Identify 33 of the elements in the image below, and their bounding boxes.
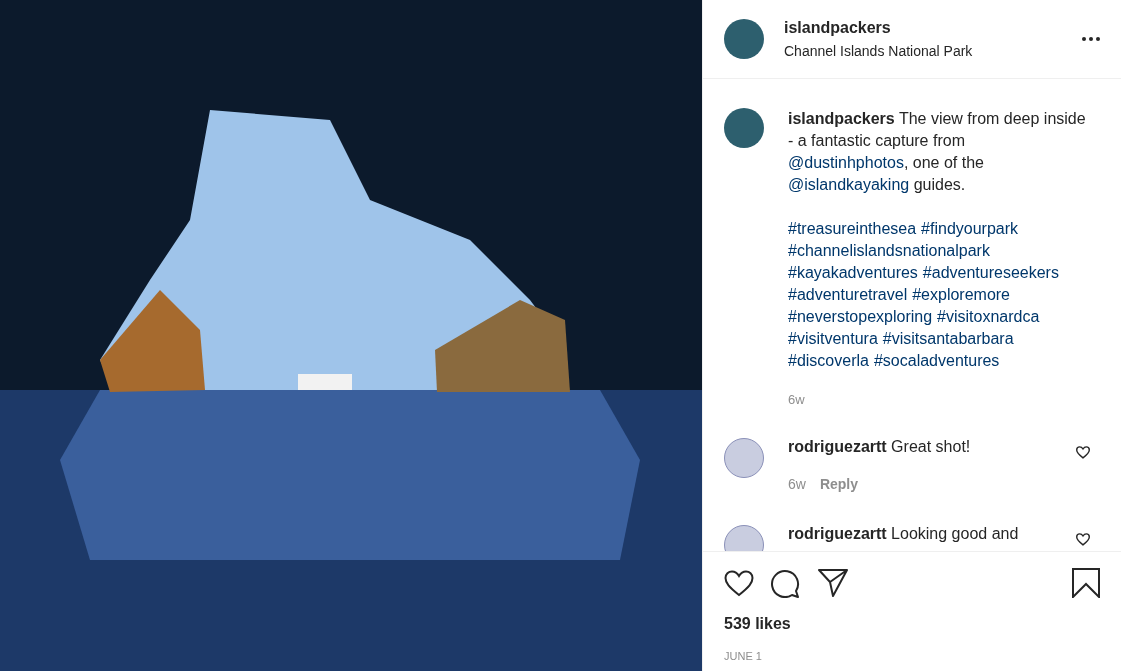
hashtag-link[interactable]: #visitoxnardca [937, 306, 1040, 328]
likes-count[interactable]: 539 likes [724, 612, 1100, 636]
hashtag-link[interactable]: #discoverla [788, 350, 869, 372]
post-date: JUNE 1 [724, 649, 763, 664]
hashtag-link[interactable]: #neverstopexploring [788, 306, 933, 328]
hashtag-link[interactable]: #findyourpark [921, 218, 1019, 240]
hashtag-link[interactable]: #visitsantabarbara [882, 328, 1014, 350]
post-time: 6w [788, 391, 806, 409]
like-heart-icon[interactable] [724, 569, 754, 597]
more-options-icon[interactable] [1082, 37, 1100, 41]
hashtag-link[interactable]: #socaladventures [873, 350, 1000, 372]
hashtag-link[interactable]: #kayakadventures [788, 262, 918, 284]
like-heart-icon[interactable] [1076, 445, 1090, 459]
avatar[interactable] [724, 108, 764, 148]
bookmark-icon[interactable] [1072, 568, 1100, 598]
mention-link[interactable]: @islandkayaking [788, 176, 910, 193]
avatar[interactable] [724, 19, 764, 59]
hashtag-link[interactable]: #adventureseekers [922, 262, 1059, 284]
location-link[interactable]: Channel Islands National Park [784, 42, 1082, 60]
caption-text: islandpackers The view from deep inside - a fantastic capture from @dustinhphotos, one of the @islandkayaking guides. [788, 109, 1087, 195]
mention-link[interactable]: @dustinhphotos [788, 154, 904, 171]
hashtag-link[interactable]: #channelislandsnationalpark [788, 240, 990, 262]
comment-icon[interactable] [770, 568, 800, 598]
hashtag-link[interactable]: #treasureinthesea [788, 218, 917, 240]
username-link[interactable]: islandpackers [784, 18, 1082, 38]
comment-time: 6w [788, 474, 806, 494]
share-paper-plane-icon[interactable] [818, 569, 848, 597]
hashtag-link[interactable]: #exploremore [912, 284, 1010, 306]
comment-text: rodriguezartt Looking good and [788, 523, 1020, 544]
like-heart-icon[interactable] [1076, 532, 1090, 546]
hashtag-link[interactable]: #visitventura [788, 328, 878, 350]
hashtag-link[interactable]: #adventuretravel [788, 284, 908, 306]
comment-text: rodriguezartt Great shot! [788, 436, 972, 457]
